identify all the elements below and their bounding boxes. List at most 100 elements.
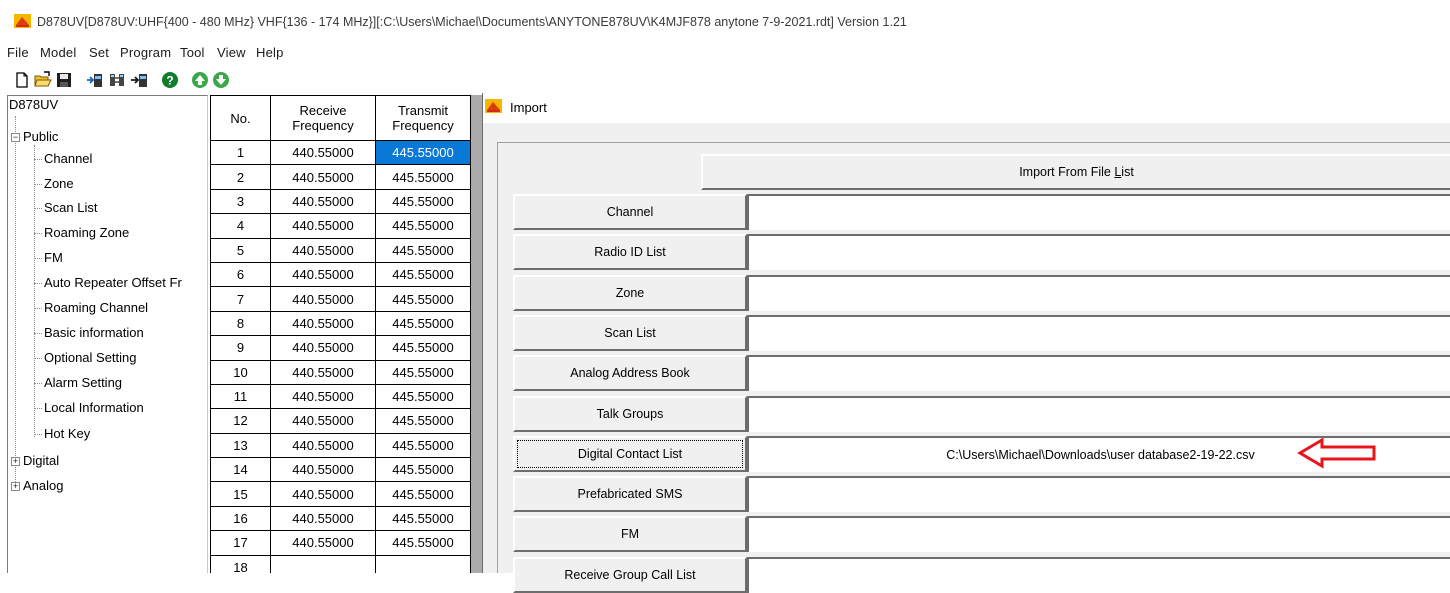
tree-item-digital[interactable]: Digital [23,453,59,468]
cell-receive-frequency[interactable]: 440.55000 [270,530,376,556]
tree-item-zone[interactable]: Zone [44,176,74,191]
cell-receive-frequency[interactable]: 440.55000 [270,457,376,483]
cell-transmit-frequency[interactable]: 445.55000 [375,530,471,556]
cell-receive-frequency[interactable]: 440.55000 [270,408,376,434]
cell-receive-frequency[interactable]: 440.55000 [270,359,376,385]
cell-transmit-frequency[interactable]: 445.55000 [375,359,471,385]
cell-transmit-frequency[interactable]: 445.55000 [375,505,471,532]
table-row[interactable]: 16 440.55000 445.55000 [210,505,471,532]
import-scan-list-path-field[interactable] [747,315,1450,351]
cell-transmit-frequency[interactable]: 445.55000 [375,457,471,483]
cell-transmit-frequency[interactable]: 445.55000 [375,286,471,312]
table-row[interactable]: 15 440.55000 445.55000 [210,481,471,507]
cell-receive-frequency[interactable]: 440.55000 [270,237,376,263]
menu-tool[interactable]: Tool [180,45,205,60]
cell-receive-frequency[interactable]: 440.55000 [270,505,376,532]
cell-transmit-frequency[interactable]: 445.55000 [375,408,471,434]
cell-receive-frequency[interactable]: 440.55000 [270,188,376,215]
table-row[interactable]: 11 440.55000 445.55000 [210,383,471,410]
expand-analog-icon[interactable]: + [11,482,20,491]
table-row[interactable]: 17 440.55000 445.55000 [210,530,471,556]
import-analog-address-book-path-field[interactable] [747,355,1450,391]
cell-transmit-frequency[interactable]: 445.55000 [375,432,471,459]
import-fm-path-field[interactable] [747,516,1450,552]
menu-model[interactable]: Model [40,45,76,60]
table-row[interactable]: 1 440.55000 445.55000 [210,139,471,166]
table-row[interactable]: 14 440.55000 445.55000 [210,457,471,483]
collapse-public-icon[interactable]: − [11,133,20,142]
cell-receive-frequency[interactable]: 440.55000 [270,335,376,361]
cell-number[interactable]: 5 [210,237,271,263]
cell-number[interactable]: 4 [210,213,271,239]
import-analog-address-book-button[interactable]: Analog Address Book [513,355,747,391]
tree-item-alarm-setting[interactable]: Alarm Setting [44,375,122,390]
table-row[interactable]: 4 440.55000 445.55000 [210,213,471,239]
table-row[interactable]: 12 440.55000 445.55000 [210,408,471,434]
tree-item-channel[interactable]: Channel [44,151,92,166]
cell-transmit-frequency[interactable]: 445.55000 [375,261,471,288]
tree-item-local-information[interactable]: Local Information [44,400,144,415]
cell-receive-frequency[interactable]: 440.55000 [270,286,376,312]
cell-number[interactable]: 6 [210,261,271,288]
cell-number[interactable]: 9 [210,335,271,361]
tree-item-fm[interactable]: FM [44,250,63,265]
table-row[interactable]: 6 440.55000 445.55000 [210,261,471,288]
write-to-radio-icon[interactable] [130,71,148,89]
cell-number[interactable]: 13 [210,432,271,459]
menu-view[interactable]: View [217,45,246,60]
new-file-icon[interactable] [13,71,31,89]
import-scan-list-button[interactable]: Scan List [513,315,747,351]
column-header-no[interactable]: No. [210,95,271,141]
import-prefabricated-sms-path-field[interactable] [747,476,1450,512]
cell-transmit-frequency[interactable]: 445.55000 [375,310,471,337]
tree-item-auto-repeater-offset[interactable]: Auto Repeater Offset Fr [44,275,182,290]
cell-number[interactable]: 2 [210,164,271,190]
cell-receive-frequency[interactable] [270,554,376,573]
menu-file[interactable]: File [7,45,29,60]
cell-receive-frequency[interactable]: 440.55000 [270,310,376,337]
cell-number[interactable]: 16 [210,505,271,532]
cell-number[interactable]: 15 [210,481,271,507]
radio-settings-icon[interactable] [108,71,126,89]
cell-receive-frequency[interactable]: 440.55000 [270,432,376,459]
cell-number[interactable]: 10 [210,359,271,385]
tree-item-basic-information[interactable]: Basic information [44,325,144,340]
column-header-transmit-frequency[interactable]: Transmit Frequency [375,95,471,141]
help-icon[interactable]: ? [161,71,179,89]
cell-receive-frequency[interactable]: 440.55000 [270,213,376,239]
move-up-icon[interactable] [191,71,209,89]
cell-transmit-frequency[interactable] [375,554,471,573]
cell-transmit-frequency[interactable]: 445.55000 [375,335,471,361]
table-row[interactable]: 9 440.55000 445.55000 [210,335,471,361]
cell-number[interactable]: 18 [210,554,271,573]
cell-number[interactable]: 11 [210,383,271,410]
open-folder-icon[interactable] [34,71,52,89]
tree-item-scan-list[interactable]: Scan List [44,200,97,215]
table-row[interactable]: 2 440.55000 445.55000 [210,164,471,190]
tree-item-public[interactable]: Public [23,129,58,144]
menu-program[interactable]: Program [120,45,171,60]
table-row[interactable]: 3 440.55000 445.55000 [210,188,471,215]
import-receive-group-call-list-path-field[interactable] [747,557,1450,593]
menu-set[interactable]: Set [89,45,109,60]
import-prefabricated-sms-button[interactable]: Prefabricated SMS [513,476,747,512]
table-row[interactable]: 5 440.55000 445.55000 [210,237,471,263]
cell-number[interactable]: 12 [210,408,271,434]
tree-item-optional-setting[interactable]: Optional Setting [44,350,137,365]
cell-number[interactable]: 8 [210,310,271,337]
tree-item-analog[interactable]: Analog [23,478,63,493]
cell-transmit-frequency[interactable]: 445.55000 [375,213,471,239]
table-row[interactable]: 10 440.55000 445.55000 [210,359,471,385]
cell-receive-frequency[interactable]: 440.55000 [270,481,376,507]
cell-transmit-frequency[interactable]: 445.55000 [375,383,471,410]
menu-help[interactable]: Help [256,45,284,60]
tree-root[interactable]: D878UV [9,97,58,112]
import-from-file-list-button[interactable]: Import From File List [701,154,1450,190]
cell-receive-frequency[interactable]: 440.55000 [270,383,376,410]
table-row[interactable]: 7 440.55000 445.55000 [210,286,471,312]
tree-item-roaming-channel[interactable]: Roaming Channel [44,300,148,315]
import-digital-contact-list-button[interactable]: Digital Contact List [513,436,747,472]
cell-transmit-frequency[interactable]: 445.55000 [375,164,471,190]
cell-transmit-frequency[interactable]: 445.55000 [375,139,471,166]
import-talk-groups-button[interactable]: Talk Groups [513,396,747,432]
